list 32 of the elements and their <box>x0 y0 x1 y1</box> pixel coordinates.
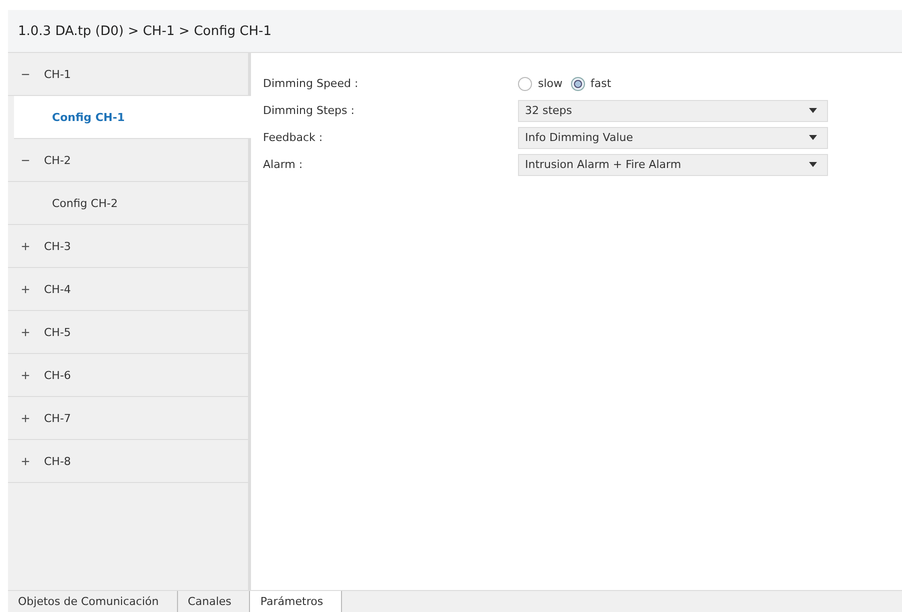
expand-icon[interactable] <box>21 456 30 466</box>
tree-child-item[interactable]: Config CH-1 <box>14 96 251 139</box>
dropdown[interactable]: Intrusion Alarm + Fire Alarm <box>518 154 828 176</box>
tab[interactable]: Objetos de Comunicación <box>8 591 178 612</box>
dropdown[interactable]: 32 steps <box>518 100 828 122</box>
expand-icon[interactable] <box>21 242 30 250</box>
tree-group-item[interactable]: CH-3 <box>8 225 248 268</box>
parameter-label: Alarm : <box>263 158 304 171</box>
tree-group-item[interactable]: CH-4 <box>8 268 248 311</box>
expand-icon[interactable] <box>21 284 30 294</box>
breadcrumb: 1.0.3 DA.tp (D0) > CH-1 > Config CH-1 <box>18 24 272 38</box>
caret-icon <box>809 108 817 113</box>
tree-group-item[interactable]: CH-5 <box>8 311 248 354</box>
tree-child-item[interactable]: Config CH-2 <box>8 182 248 225</box>
expand-icon[interactable] <box>21 370 30 380</box>
radio-button[interactable] <box>518 76 532 90</box>
parameter-label: Dimming Speed : <box>263 77 360 90</box>
radio-button[interactable] <box>570 76 585 90</box>
radio-label[interactable]: slow <box>538 77 563 90</box>
radio-label[interactable]: fast <box>590 77 612 90</box>
tree-group-item[interactable]: CH-6 <box>8 354 248 397</box>
tree-group-item[interactable]: CH-7 <box>8 397 248 440</box>
parameter-label: Feedback : <box>263 131 324 144</box>
dropdown[interactable]: Info Dimming Value <box>518 126 828 148</box>
expand-icon[interactable] <box>21 414 30 422</box>
expand-icon[interactable] <box>21 328 30 336</box>
tree-group-item[interactable]: CH-8 <box>8 440 248 483</box>
caret-icon <box>809 162 817 167</box>
tree-group-item[interactable]: CH-2 <box>8 139 248 182</box>
tab[interactable]: Parámetros <box>250 591 342 612</box>
parameter-label: Dimming Steps : <box>263 104 356 117</box>
caret-icon <box>809 135 817 140</box>
